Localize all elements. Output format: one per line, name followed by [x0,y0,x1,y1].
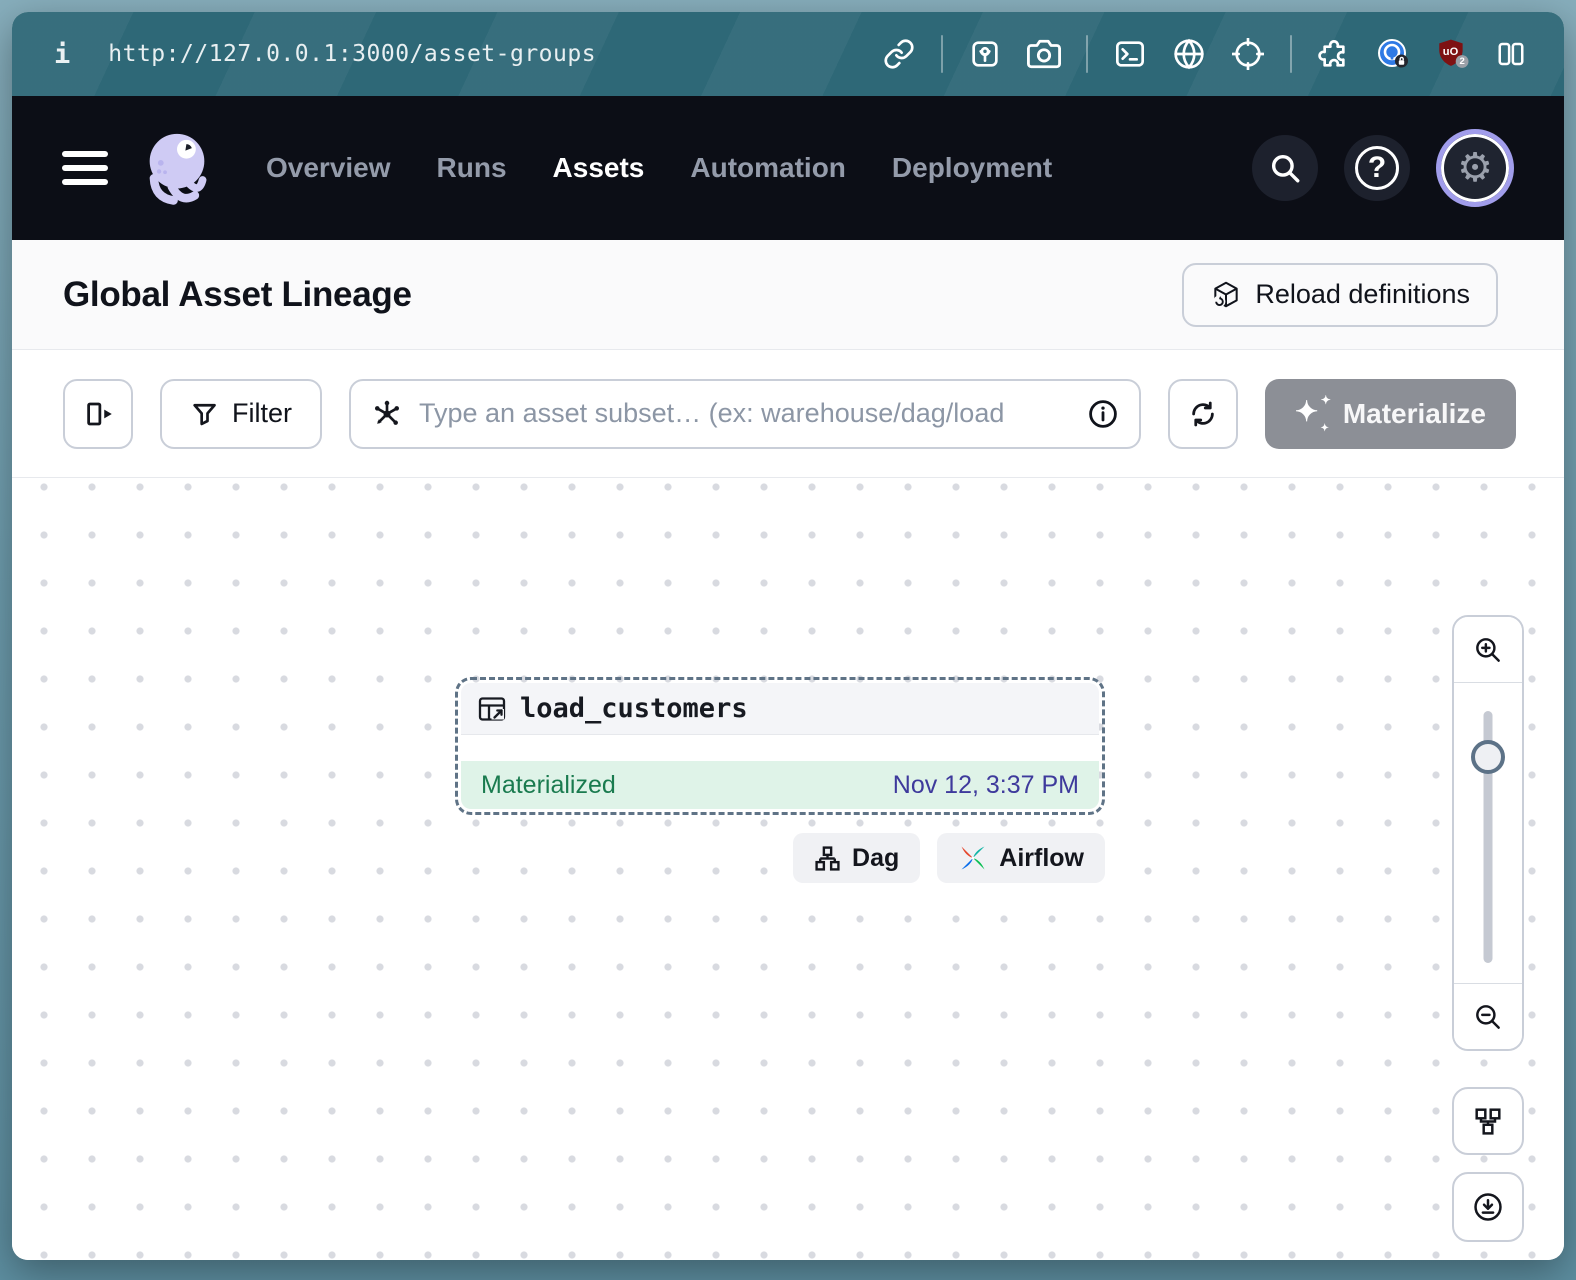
navbar-actions: ? ⚙ [1252,129,1514,207]
filter-button[interactable]: Filter [160,379,322,449]
asset-node-body [461,735,1099,761]
dagster-logo[interactable] [136,127,218,209]
dag-icon [814,845,841,872]
address-bar-url[interactable]: http://127.0.0.1:3000/asset-groups [108,41,596,67]
airflow-icon [958,843,988,873]
extension-badge-count: 2 [1459,56,1464,67]
tag-dag-label: Dag [852,844,899,873]
zoom-in-icon [1472,634,1504,666]
app-navbar: Overview Runs Assets Automation Deployme… [12,96,1564,240]
panel-expand-icon [83,399,113,429]
toolbar-divider [1290,35,1292,73]
asset-status-row: Materialized Nov 12, 3:37 PM [461,761,1099,809]
reload-definitions-label: Reload definitions [1255,279,1470,310]
gear-icon: ⚙ [1457,148,1493,188]
asset-name: load_customers [520,693,748,724]
nav-item-deployment[interactable]: Deployment [892,152,1052,184]
globe-icon[interactable] [1172,37,1206,71]
rearrange-layout-button[interactable] [1452,1087,1524,1155]
download-image-button[interactable] [1452,1172,1524,1242]
materialize-button[interactable]: ✦ ✦ ✦ Materialize [1265,379,1516,449]
graph-layout-icon [1474,1107,1502,1135]
zoom-slider[interactable] [1454,683,1522,983]
lineage-canvas[interactable]: load_customers Materialized Nov 12, 3:37… [12,478,1564,1260]
asset-table-icon [477,694,507,724]
asset-subset-input[interactable] [419,398,1071,429]
search-icon [1268,151,1302,185]
tag-dag[interactable]: Dag [793,833,920,883]
hamburger-menu-button[interactable] [62,151,108,185]
materialize-label: Materialize [1343,398,1486,430]
help-button[interactable]: ? [1344,135,1410,201]
split-view-icon[interactable] [1494,37,1528,71]
svg-text:uO: uO [1443,46,1459,58]
asset-subset-searchbox [349,379,1141,449]
browser-toolbar-icons: uO2 [882,35,1528,73]
zoom-out-button[interactable] [1454,983,1522,1049]
materialized-timestamp: Nov 12, 3:37 PM [893,771,1079,800]
nav-item-assets[interactable]: Assets [553,152,645,184]
password-manager-icon[interactable] [1376,37,1410,71]
asset-node-card: load_customers Materialized Nov 12, 3:37… [461,683,1099,809]
asset-node-load-customers[interactable]: load_customers Materialized Nov 12, 3:37… [455,677,1105,815]
extensions-puzzle-icon[interactable] [1317,37,1351,71]
page-header: Global Asset Lineage Reload definitions [12,240,1564,350]
asset-graph-icon [371,398,403,430]
tag-airflow[interactable]: Airflow [937,833,1105,883]
reload-cube-icon [1210,279,1242,311]
refresh-button[interactable] [1168,379,1238,449]
materialized-status-label: Materialized [481,771,616,800]
zoom-control-group [1452,615,1524,1051]
nav-item-runs[interactable]: Runs [437,152,507,184]
primary-nav: Overview Runs Assets Automation Deployme… [266,152,1052,184]
page-title: Global Asset Lineage [63,275,412,315]
nav-item-overview[interactable]: Overview [266,152,391,184]
tag-airflow-label: Airflow [999,844,1084,873]
filter-label: Filter [232,398,292,429]
screenshot-icon[interactable] [1027,37,1061,71]
browser-window: i http://127.0.0.1:3000/asset-groups [12,12,1564,1260]
toolbar-divider [941,35,943,73]
open-sidebar-button[interactable] [63,379,133,449]
lineage-toolbar: Filter ✦ ✦ ✦ Materialize [12,350,1564,478]
settings-button[interactable]: ⚙ [1436,129,1514,207]
zoom-in-button[interactable] [1454,617,1522,683]
reader-view-icon[interactable] [968,37,1002,71]
toolbar-divider [1086,35,1088,73]
copy-link-icon[interactable] [882,37,916,71]
refresh-icon [1188,399,1218,429]
canvas-controls [1452,615,1524,1242]
sparkles-icon: ✦ ✦ ✦ [1295,395,1329,433]
browser-titlebar: i http://127.0.0.1:3000/asset-groups [12,12,1564,96]
crosshair-icon[interactable] [1231,37,1265,71]
download-icon [1471,1190,1505,1224]
terminal-icon[interactable] [1113,37,1147,71]
page-info-icon[interactable]: i [54,39,70,70]
info-icon[interactable] [1087,398,1119,430]
asset-tag-row: Dag Airflow [455,833,1105,883]
filter-funnel-icon [190,400,218,428]
help-icon: ? [1355,146,1399,190]
zoom-out-icon [1472,1001,1504,1033]
adblock-shield-icon[interactable]: uO2 [1435,37,1469,71]
zoom-slider-handle[interactable] [1471,740,1505,774]
search-button[interactable] [1252,135,1318,201]
reload-definitions-button[interactable]: Reload definitions [1182,263,1498,327]
nav-item-automation[interactable]: Automation [690,152,846,184]
asset-node-header: load_customers [461,683,1099,735]
